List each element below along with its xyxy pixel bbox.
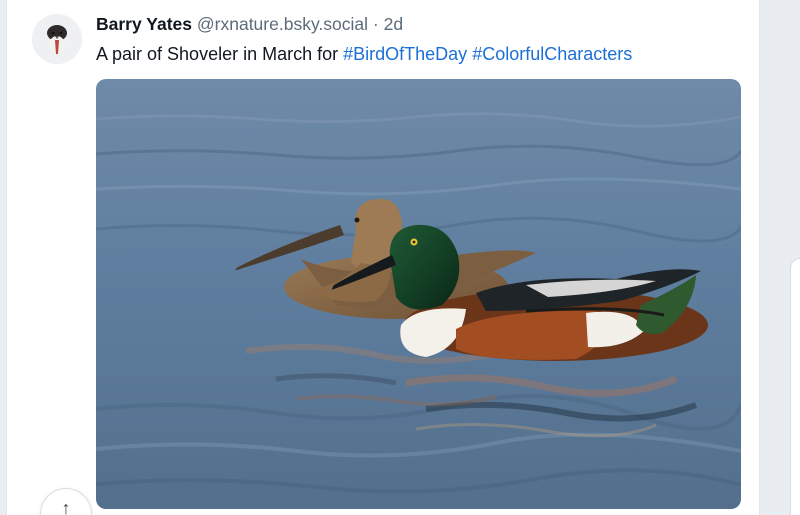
reply-button[interactable]: ↑ bbox=[40, 488, 92, 515]
author-avatar[interactable] bbox=[32, 14, 82, 64]
arrow-up-icon: ↑ bbox=[61, 498, 71, 515]
post-text: A pair of Shoveler in March for #BirdOfT… bbox=[96, 42, 632, 66]
adjacent-panel-edge bbox=[790, 258, 800, 515]
author-name[interactable]: Barry Yates bbox=[96, 14, 192, 34]
bird-avatar-icon bbox=[32, 14, 82, 64]
post-header: Barry Yates @rxnature.bsky.social · 2d bbox=[96, 13, 403, 35]
author-handle[interactable]: @rxnature.bsky.social bbox=[197, 14, 368, 34]
post-card[interactable]: Barry Yates @rxnature.bsky.social · 2d A… bbox=[6, 0, 760, 515]
header-separator: · bbox=[372, 14, 379, 34]
feed-page: Barry Yates @rxnature.bsky.social · 2d A… bbox=[0, 0, 800, 515]
hashtag-birdoftheday[interactable]: #BirdOfTheDay bbox=[343, 44, 467, 64]
hashtag-colorfulcharacters[interactable]: #ColorfulCharacters bbox=[472, 44, 632, 64]
post-body: A pair of Shoveler in March for bbox=[96, 44, 344, 64]
post-timestamp[interactable]: 2d bbox=[384, 14, 403, 34]
shoveler-photo bbox=[96, 79, 741, 509]
post-image[interactable] bbox=[96, 79, 741, 509]
